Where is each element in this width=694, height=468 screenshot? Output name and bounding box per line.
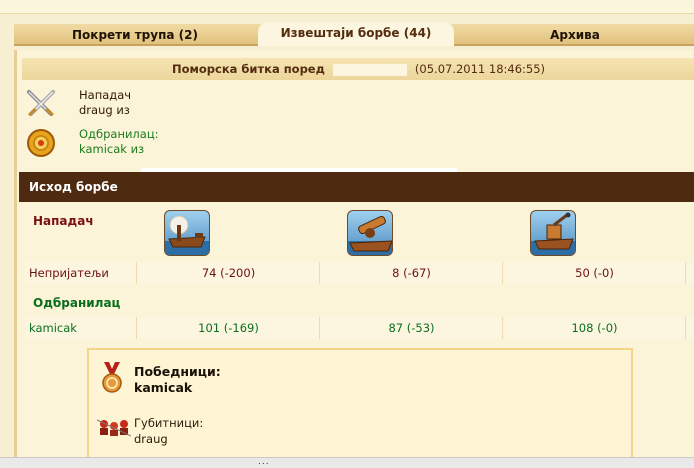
report-frame: Поморска битка поред (05.07.2011 18:46:5…: [14, 50, 694, 468]
attacker-unit-1-count: 74 (-200): [138, 262, 320, 284]
tab-archive[interactable]: Архива: [456, 24, 694, 46]
defender-label: Одбранилац:: [79, 127, 159, 141]
attacker-label: Нападач: [79, 88, 132, 102]
tab-combat-reports[interactable]: Извештаји борбе (44): [258, 22, 454, 46]
attacker-name[interactable]: draug из: [79, 103, 131, 118]
attacker-text: Нападач draug из: [79, 88, 131, 118]
outcome-box: Победници: kamicak Губитници: draug: [87, 348, 633, 468]
losers-title: Губитници:: [134, 416, 204, 430]
report-title-text: Поморска битка поред: [171, 62, 325, 76]
losers-name[interactable]: draug: [134, 432, 168, 446]
ram-ship-icon: [164, 210, 210, 256]
attacker-unit-3-count: 50 (-0): [504, 262, 686, 284]
catapult-ship-icon: [530, 210, 576, 256]
location-link[interactable]: [332, 63, 407, 76]
defender-row-end: [687, 317, 694, 339]
attacker-row-name: Непријатељи: [25, 262, 137, 284]
crossed-swords-icon: [27, 90, 55, 117]
defender-section-label: Одбранилац: [33, 296, 121, 310]
attacker-section-label: Нападач: [33, 214, 94, 228]
defender-unit-2-count: 87 (-53): [321, 317, 503, 339]
fallen-soldiers-icon: [97, 419, 131, 437]
defender-unit-1-count: 101 (-169): [138, 317, 320, 339]
report-date: (05.07.2011 18:46:55): [414, 62, 546, 76]
shield-icon: [27, 129, 55, 157]
defender-row: kamicak 101 (-169) 87 (-53) 108 (-0): [25, 317, 694, 339]
attacker-row: Непријатељи 74 (-200) 8 (-67) 50 (-0): [25, 262, 694, 284]
ballista-ship-icon: [347, 210, 393, 256]
battle-outcome-header: Исход борбе: [19, 172, 694, 202]
scrollbar-grip[interactable]: ...: [258, 458, 270, 467]
defender-text: Одбранилац: kamicak из: [79, 127, 159, 157]
winners-title: Победници:: [134, 364, 221, 379]
defender-unit-3-count: 108 (-0): [504, 317, 686, 339]
defender-name[interactable]: kamicak из: [79, 142, 159, 157]
attacker-unit-2-count: 8 (-67): [321, 262, 503, 284]
medal-icon: [102, 362, 122, 393]
horizontal-scrollbar[interactable]: ...: [0, 457, 694, 468]
winners-name[interactable]: kamicak: [134, 380, 192, 395]
top-strip: [0, 0, 694, 14]
defender-row-name: kamicak: [25, 317, 137, 339]
tab-bar: Покрети трупа (2) Извештаји борбе (44) А…: [14, 22, 694, 46]
report-title: Поморска битка поред (05.07.2011 18:46:5…: [22, 58, 694, 80]
tab-troop-movements[interactable]: Покрети трупа (2): [14, 24, 256, 46]
attacker-row-end: [687, 262, 694, 284]
